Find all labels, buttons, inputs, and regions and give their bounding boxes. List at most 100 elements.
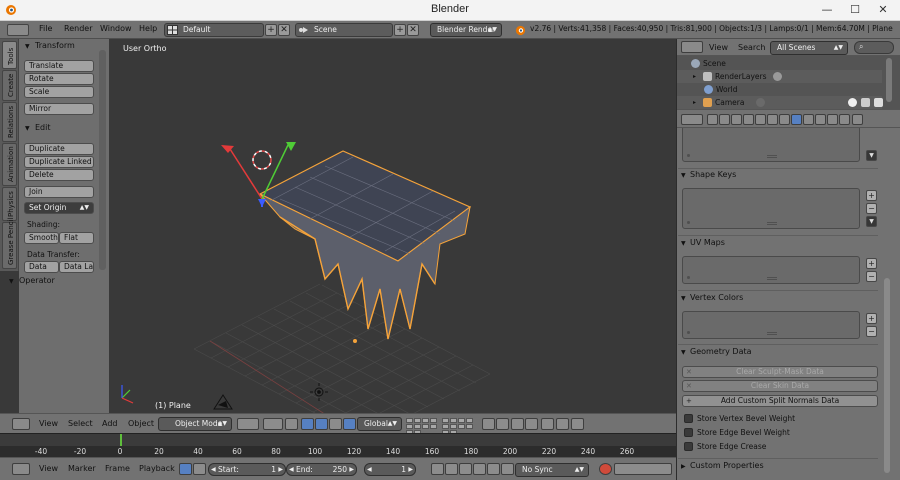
add-screen-button[interactable]: + — [265, 24, 277, 36]
interaction-mode-dropdown[interactable]: Object Mode ▲▼ — [158, 417, 232, 431]
outliner-row-world[interactable]: World — [676, 83, 882, 96]
close-button[interactable]: ✕ — [868, 0, 898, 21]
menu-select[interactable]: Select — [68, 419, 93, 428]
remove-shape-key-button[interactable]: − — [866, 203, 877, 214]
remove-vertex-color-button[interactable]: − — [866, 326, 877, 337]
record-keyframes-icon[interactable] — [599, 463, 612, 475]
translate-manipulator-icon[interactable] — [315, 418, 328, 430]
opengl-render-animation-icon[interactable] — [571, 418, 584, 430]
vertex-groups-list[interactable] — [682, 128, 860, 162]
delete-button[interactable]: Delete — [24, 169, 94, 181]
menu-add[interactable]: Add — [102, 419, 118, 428]
jump-to-keyframe-back-icon[interactable] — [445, 463, 458, 475]
physics-tab-icon[interactable] — [839, 114, 850, 125]
editor-type-3d-view-icon[interactable] — [12, 418, 30, 430]
operator-panel-header[interactable]: ▼ Operator — [9, 276, 55, 290]
scale-manipulator-icon[interactable] — [343, 418, 356, 430]
tab-relations[interactable]: Relations — [2, 102, 17, 142]
outliner-search-input[interactable]: ⌕ — [854, 41, 894, 54]
tab-physics[interactable]: Physics — [2, 187, 17, 221]
modifiers-tab-icon[interactable] — [779, 114, 790, 125]
rotate-button[interactable]: Rotate — [24, 73, 94, 85]
add-custom-split-normals-button[interactable]: + Add Custom Split Normals Data — [682, 395, 878, 407]
menu-marker[interactable]: Marker — [68, 464, 96, 473]
transform-panel-header[interactable]: ▼ Transform — [25, 41, 75, 55]
scale-button[interactable]: Scale — [24, 86, 94, 98]
translate-button[interactable]: Translate — [24, 60, 94, 72]
add-scene-button[interactable]: + — [394, 24, 406, 36]
scene-field[interactable]: Scene — [295, 23, 393, 37]
render-preview-icon[interactable] — [541, 418, 554, 430]
lock-time-icon[interactable] — [193, 463, 206, 475]
lock-camera-icon[interactable] — [482, 418, 495, 430]
store-edge-bevel-weight-checkbox[interactable] — [684, 428, 693, 437]
vertex-colors-list[interactable] — [682, 311, 860, 339]
3d-viewport[interactable]: User Ortho (1) Plane — [110, 39, 676, 413]
data-transfer-button[interactable]: Data — [24, 261, 59, 273]
jump-to-keyframe-forward-icon[interactable] — [487, 463, 500, 475]
opengl-render-icon[interactable] — [556, 418, 569, 430]
3d-cursor[interactable] — [252, 150, 272, 170]
timeline-menu-view[interactable]: View — [39, 464, 58, 473]
constraints-tab-icon[interactable] — [767, 114, 778, 125]
snap-toggle-icon[interactable] — [511, 418, 524, 430]
editor-type-timeline-icon[interactable] — [12, 463, 30, 475]
jump-to-end-icon[interactable] — [501, 463, 514, 475]
manipulator-toggle-icon[interactable] — [301, 418, 314, 430]
particles-tab-icon[interactable] — [827, 114, 838, 125]
rotate-manipulator-icon[interactable] — [329, 418, 342, 430]
texture-tab-icon[interactable] — [815, 114, 826, 125]
edit-panel-header[interactable]: ▼ Edit — [25, 123, 51, 137]
shade-flat-button[interactable]: Flat — [59, 232, 94, 244]
shape-keys-list[interactable] — [682, 188, 860, 229]
data-layers-button[interactable]: Data La — [59, 261, 94, 273]
editor-type-properties-icon[interactable] — [681, 114, 703, 125]
camera-object[interactable] — [213, 394, 233, 410]
editor-type-info-icon[interactable] — [7, 24, 29, 36]
tool-shelf-scrollbar[interactable] — [99, 50, 106, 270]
object-tab-icon[interactable] — [755, 114, 766, 125]
outliner-row-scene[interactable]: Scene — [676, 57, 882, 70]
custom-properties-panel-header[interactable]: ▶ Custom Properties — [681, 461, 874, 470]
store-edge-crease-checkbox[interactable] — [684, 442, 693, 451]
editor-type-outliner-icon[interactable] — [681, 41, 703, 53]
join-button[interactable]: Join — [24, 186, 94, 198]
menu-file[interactable]: File — [39, 24, 52, 33]
tab-grease-pencil[interactable]: Grease Pencil — [2, 218, 17, 269]
viewport-scene[interactable] — [110, 39, 676, 413]
layer-buttons-b[interactable] — [442, 418, 476, 435]
play-icon[interactable] — [473, 463, 486, 475]
area-split-vertical[interactable] — [676, 39, 677, 480]
transform-orientation-dropdown[interactable]: Global ▲▼ — [357, 417, 402, 431]
duplicate-linked-button[interactable]: Duplicate Linked — [24, 156, 94, 168]
menu-window[interactable]: Window — [100, 24, 132, 33]
end-frame-field[interactable]: ◀ End: 250 ▶ — [286, 463, 357, 476]
menu-frame[interactable]: Frame — [105, 464, 130, 473]
add-shape-key-button[interactable]: + — [866, 190, 877, 201]
selectability-arrow-icon[interactable] — [861, 98, 870, 107]
vertex-colors-panel-header[interactable]: ▼ Vertex Colors — [681, 293, 874, 302]
tab-tools[interactable]: Tools — [2, 41, 17, 69]
jump-to-start-icon[interactable] — [431, 463, 444, 475]
set-origin-dropdown[interactable]: Set Origin ▲▼ — [24, 202, 94, 214]
uv-maps-panel-header[interactable]: ▼ UV Maps — [681, 238, 874, 247]
clear-sculpt-mask-button[interactable]: ✕ Clear Sculpt-Mask Data — [682, 366, 878, 378]
current-frame-field[interactable]: ◀ 1 ▶ — [364, 463, 416, 476]
scene-tab-icon[interactable] — [731, 114, 742, 125]
layer-buttons-a[interactable] — [406, 418, 440, 435]
pin-icon[interactable] — [852, 114, 863, 125]
move-down-button[interactable]: ▼ — [866, 150, 877, 161]
snap-element-icon[interactable] — [525, 418, 538, 430]
shape-key-specials-button[interactable]: ▼ — [866, 216, 877, 227]
play-reverse-icon[interactable] — [459, 463, 472, 475]
sync-mode-dropdown[interactable]: No Sync ▲▼ — [515, 463, 589, 477]
uv-maps-list[interactable] — [682, 256, 860, 284]
displaced-plane-mesh[interactable] — [258, 150, 472, 340]
menu-render[interactable]: Render — [64, 24, 92, 33]
minimize-button[interactable]: — — [812, 0, 842, 21]
start-frame-field[interactable]: ◀ Start: 1 ▶ — [208, 463, 286, 476]
clear-skin-data-button[interactable]: ✕ Clear Skin Data — [682, 380, 878, 392]
remove-screen-button[interactable]: ✕ — [278, 24, 290, 36]
geometry-data-panel-header[interactable]: ▼ Geometry Data — [681, 347, 874, 356]
material-tab-icon[interactable] — [803, 114, 814, 125]
